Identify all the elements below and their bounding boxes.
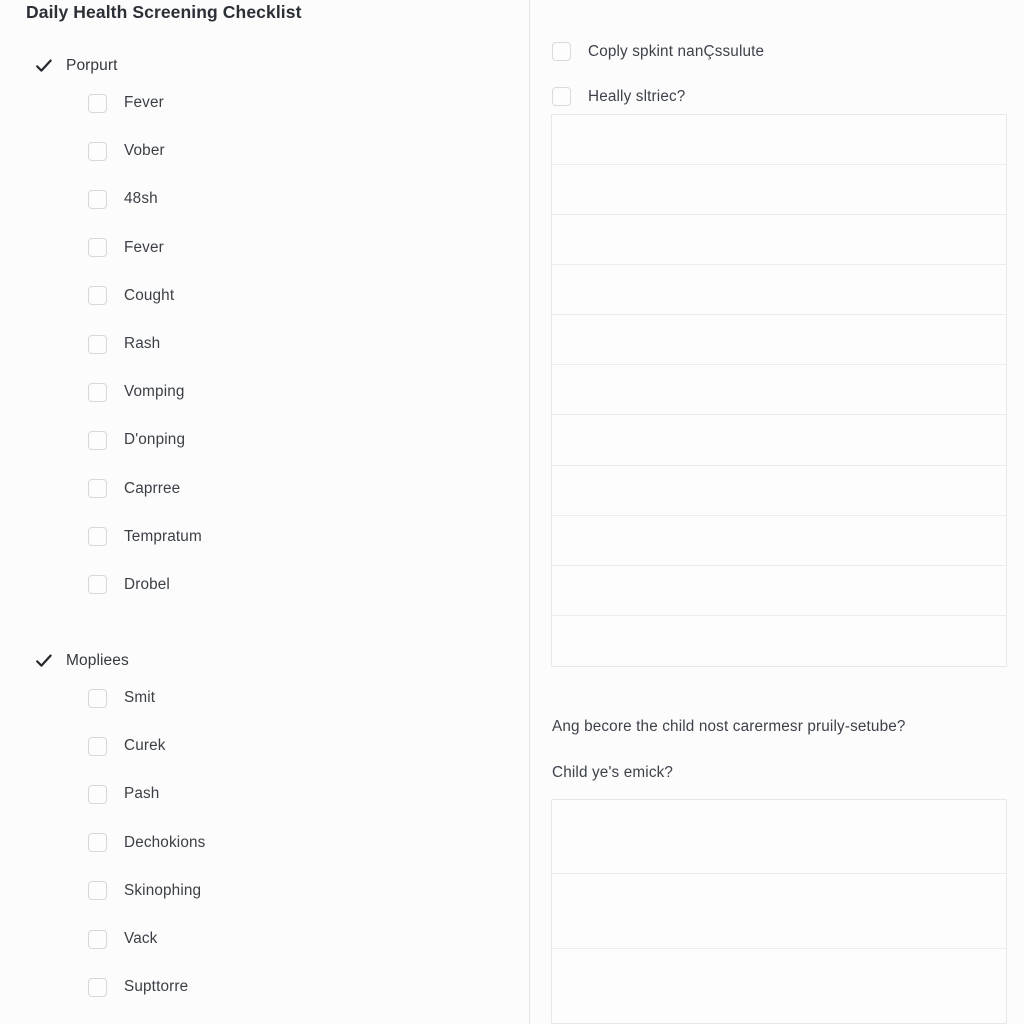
response-grid-bottom-row[interactable]	[552, 948, 1006, 1023]
group-header[interactable]: Mopliees	[0, 648, 530, 674]
paragraph-0: Ang becore the child nost carermesr prui…	[552, 718, 906, 735]
checkbox-icon[interactable]	[88, 382, 107, 402]
response-grid-top-row[interactable]	[552, 265, 1006, 316]
checkmark-icon	[34, 651, 54, 671]
checkmark-icon	[34, 56, 54, 76]
checklist-group-porpurt: Porpurt Fever Vober 48sh Fever Cought Rash Vom…	[0, 53, 530, 609]
checklist-item[interactable]: Rash	[0, 320, 530, 368]
checkbox-icon[interactable]	[88, 141, 107, 161]
question-label: Heally sltriec?	[588, 87, 686, 105]
checklist-item-label: Skinophing	[124, 881, 202, 899]
checklist-item-label: Vober	[124, 142, 165, 160]
response-grid-top-row[interactable]	[552, 215, 1006, 266]
checkbox-icon[interactable]	[88, 238, 107, 258]
checkbox-icon[interactable]	[88, 575, 107, 595]
checkbox-icon[interactable]	[88, 286, 107, 306]
response-grid-top-row[interactable]	[552, 415, 1006, 466]
checklist-item[interactable]: Skinophing	[0, 867, 530, 915]
paragraph-1: Child ye's emick?	[552, 764, 674, 781]
checklist-item-label: Tempratum	[124, 527, 202, 545]
checklist-item[interactable]: Dechokions	[0, 819, 530, 867]
right-panel: Coply spkint nanÇssulute Heally sltriec?…	[530, 0, 1024, 1024]
response-grid-bottom-row[interactable]	[552, 874, 1006, 949]
checklist-item[interactable]: Vomping	[0, 368, 530, 416]
checklist-item-label: Fever	[124, 94, 164, 112]
checklist-group-mopliees: Mopliees Smit Curek Pash Dechokions Skinophi…	[0, 648, 530, 1011]
checkbox-icon[interactable]	[88, 189, 107, 209]
checklist-item-label: Supttorre	[124, 978, 189, 996]
checkbox-icon[interactable]	[88, 479, 107, 499]
checkbox-icon[interactable]	[88, 688, 107, 708]
checklist-item[interactable]: Smit	[0, 674, 530, 722]
question-row-1[interactable]: Heally sltriec?	[552, 87, 685, 106]
checklist-item-label: Smit	[124, 689, 156, 707]
checklist-item[interactable]: Caprree	[0, 465, 530, 513]
checkbox-icon[interactable]	[88, 334, 107, 354]
checklist-item[interactable]: Fever	[0, 79, 530, 127]
response-grid-top-row[interactable]	[552, 365, 1006, 416]
checklist-item[interactable]: Fever	[0, 224, 530, 272]
checkbox-icon[interactable]	[88, 881, 107, 901]
checkbox-icon[interactable]	[88, 929, 107, 949]
response-grid-top-row[interactable]	[552, 165, 1006, 216]
checkbox-icon[interactable]	[88, 430, 107, 450]
checkbox-icon[interactable]	[552, 87, 571, 106]
screening-checklist-page: Daily Health Screening Checklist Porpurt…	[0, 0, 1024, 1024]
checkbox-icon[interactable]	[88, 784, 107, 804]
left-panel: Daily Health Screening Checklist Porpurt…	[0, 0, 530, 1024]
checklist-item-label: D'onping	[124, 431, 186, 449]
checklist-items: Smit Curek Pash Dechokions Skinophing Vack Sup…	[0, 674, 530, 1011]
group-label: Mopliees	[66, 652, 129, 669]
checklist-item-label: Drobel	[124, 575, 170, 593]
checkbox-icon[interactable]	[88, 736, 107, 756]
checklist-items: Fever Vober 48sh Fever Cought Rash Vomping D'on…	[0, 79, 530, 609]
response-grid-bottom[interactable]	[551, 799, 1007, 1024]
checkbox-icon[interactable]	[88, 527, 107, 547]
checklist-item[interactable]: Curek	[0, 722, 530, 770]
checklist-item-label: Pash	[124, 785, 160, 803]
checkbox-icon[interactable]	[552, 42, 571, 61]
response-grid-top-row[interactable]	[552, 315, 1006, 366]
checklist-item[interactable]: Cought	[0, 272, 530, 320]
question-row-0[interactable]: Coply spkint nanÇssulute	[552, 42, 764, 61]
checklist-item-label: Caprree	[124, 479, 181, 497]
response-grid-top-row[interactable]	[552, 515, 1006, 566]
response-grid-top-row[interactable]	[552, 465, 1006, 516]
checklist-item[interactable]: Vober	[0, 127, 530, 175]
checklist-item-label: Rash	[124, 335, 161, 353]
group-label: Porpurt	[66, 57, 118, 74]
checklist-item-label: Vomping	[124, 383, 185, 401]
page-title: Daily Health Screening Checklist	[26, 2, 302, 22]
response-grid-bottom-row[interactable]	[552, 800, 1006, 875]
checklist-item[interactable]: Drobel	[0, 561, 530, 609]
checkbox-icon[interactable]	[88, 977, 107, 997]
checklist-item[interactable]: 48sh	[0, 175, 530, 223]
checklist-item-label: Fever	[124, 238, 164, 256]
checklist-item-label: 48sh	[124, 190, 158, 208]
checklist-item-label: Dechokions	[124, 833, 206, 851]
question-label: Coply spkint nanÇssulute	[588, 42, 765, 60]
checklist-item[interactable]: Pash	[0, 770, 530, 818]
checklist-item-label: Cought	[124, 286, 175, 304]
checklist-item-label: Curek	[124, 737, 166, 755]
response-grid-top-row[interactable]	[552, 565, 1006, 616]
response-grid-top-row[interactable]	[552, 115, 1006, 166]
checklist-item[interactable]: Tempratum	[0, 513, 530, 561]
checklist-item[interactable]: Vack	[0, 915, 530, 963]
response-grid-top-row[interactable]	[552, 615, 1006, 666]
checklist-item-label: Vack	[124, 930, 158, 948]
response-grid-top[interactable]	[551, 114, 1007, 667]
checklist-item[interactable]: D'onping	[0, 416, 530, 464]
checkbox-icon[interactable]	[88, 833, 107, 853]
checkbox-icon[interactable]	[88, 93, 107, 113]
checklist-item[interactable]: Supttorre	[0, 963, 530, 1011]
group-header[interactable]: Porpurt	[0, 53, 530, 79]
